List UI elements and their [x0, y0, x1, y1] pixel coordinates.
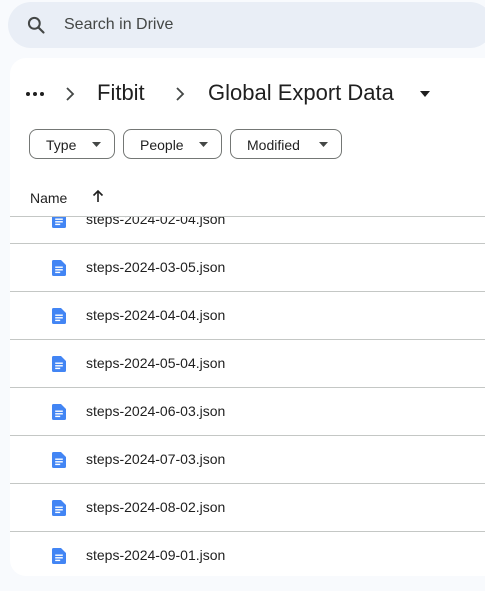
breadcrumb-item-fitbit[interactable]: Fitbit [97, 78, 145, 108]
breadcrumb-item-current-folder[interactable]: Global Export Data [208, 78, 394, 108]
file-name: steps-2024-07-03.json [86, 451, 226, 467]
file-row[interactable]: steps-2024-08-02.json [10, 484, 485, 532]
chevron-right-icon [176, 87, 185, 101]
breadcrumb: Fitbit Global Export Data [10, 76, 485, 112]
filter-modified-label: Modified [247, 137, 300, 153]
docs-file-icon [52, 356, 66, 372]
column-header-row: Name [10, 182, 485, 217]
file-row[interactable]: steps-2024-07-03.json [10, 436, 485, 484]
docs-file-icon [52, 217, 66, 228]
docs-file-icon [52, 260, 66, 276]
file-row[interactable]: steps-2024-04-04.json [10, 292, 485, 340]
arrow-up-icon[interactable] [90, 188, 106, 204]
file-name: steps-2024-05-04.json [86, 355, 226, 371]
file-name: steps-2024-08-02.json [86, 499, 226, 515]
file-list: steps-2024-02-04.json steps-2024-03-05.js… [10, 217, 485, 576]
filter-modified-chip[interactable]: Modified [230, 129, 342, 159]
docs-file-icon [52, 404, 66, 420]
filter-type-label: Type [46, 137, 77, 153]
file-row[interactable]: steps-2024-06-03.json [10, 388, 485, 436]
file-row[interactable]: steps-2024-02-04.json [10, 217, 485, 244]
docs-file-icon [52, 452, 66, 468]
file-row[interactable]: steps-2024-03-05.json [10, 244, 485, 292]
file-name: steps-2024-06-03.json [86, 403, 226, 419]
search-input[interactable] [64, 2, 464, 48]
file-name: steps-2024-04-04.json [86, 307, 226, 323]
docs-file-icon [52, 500, 66, 516]
file-row[interactable]: steps-2024-05-04.json [10, 340, 485, 388]
chevron-right-icon [66, 87, 75, 101]
dropdown-arrow-icon [199, 142, 208, 147]
file-browser-panel: Fitbit Global Export Data Type People Mo… [10, 58, 485, 576]
dropdown-arrow-icon[interactable] [419, 89, 431, 99]
file-row[interactable]: steps-2024-09-01.json [10, 532, 485, 576]
filter-type-chip[interactable]: Type [29, 129, 115, 159]
filter-people-chip[interactable]: People [123, 129, 222, 159]
search-icon[interactable] [26, 15, 46, 35]
name-column-header[interactable]: Name [30, 190, 67, 206]
docs-file-icon [52, 548, 66, 564]
docs-file-icon [52, 308, 66, 324]
search-bar[interactable] [8, 2, 485, 48]
file-name: steps-2024-02-04.json [86, 217, 226, 227]
file-name: steps-2024-09-01.json [86, 547, 226, 563]
file-name: steps-2024-03-05.json [86, 259, 226, 275]
dropdown-arrow-icon [92, 142, 101, 147]
dropdown-arrow-icon [319, 142, 328, 147]
filter-people-label: People [140, 137, 184, 153]
more-horiz-icon[interactable] [24, 84, 46, 104]
